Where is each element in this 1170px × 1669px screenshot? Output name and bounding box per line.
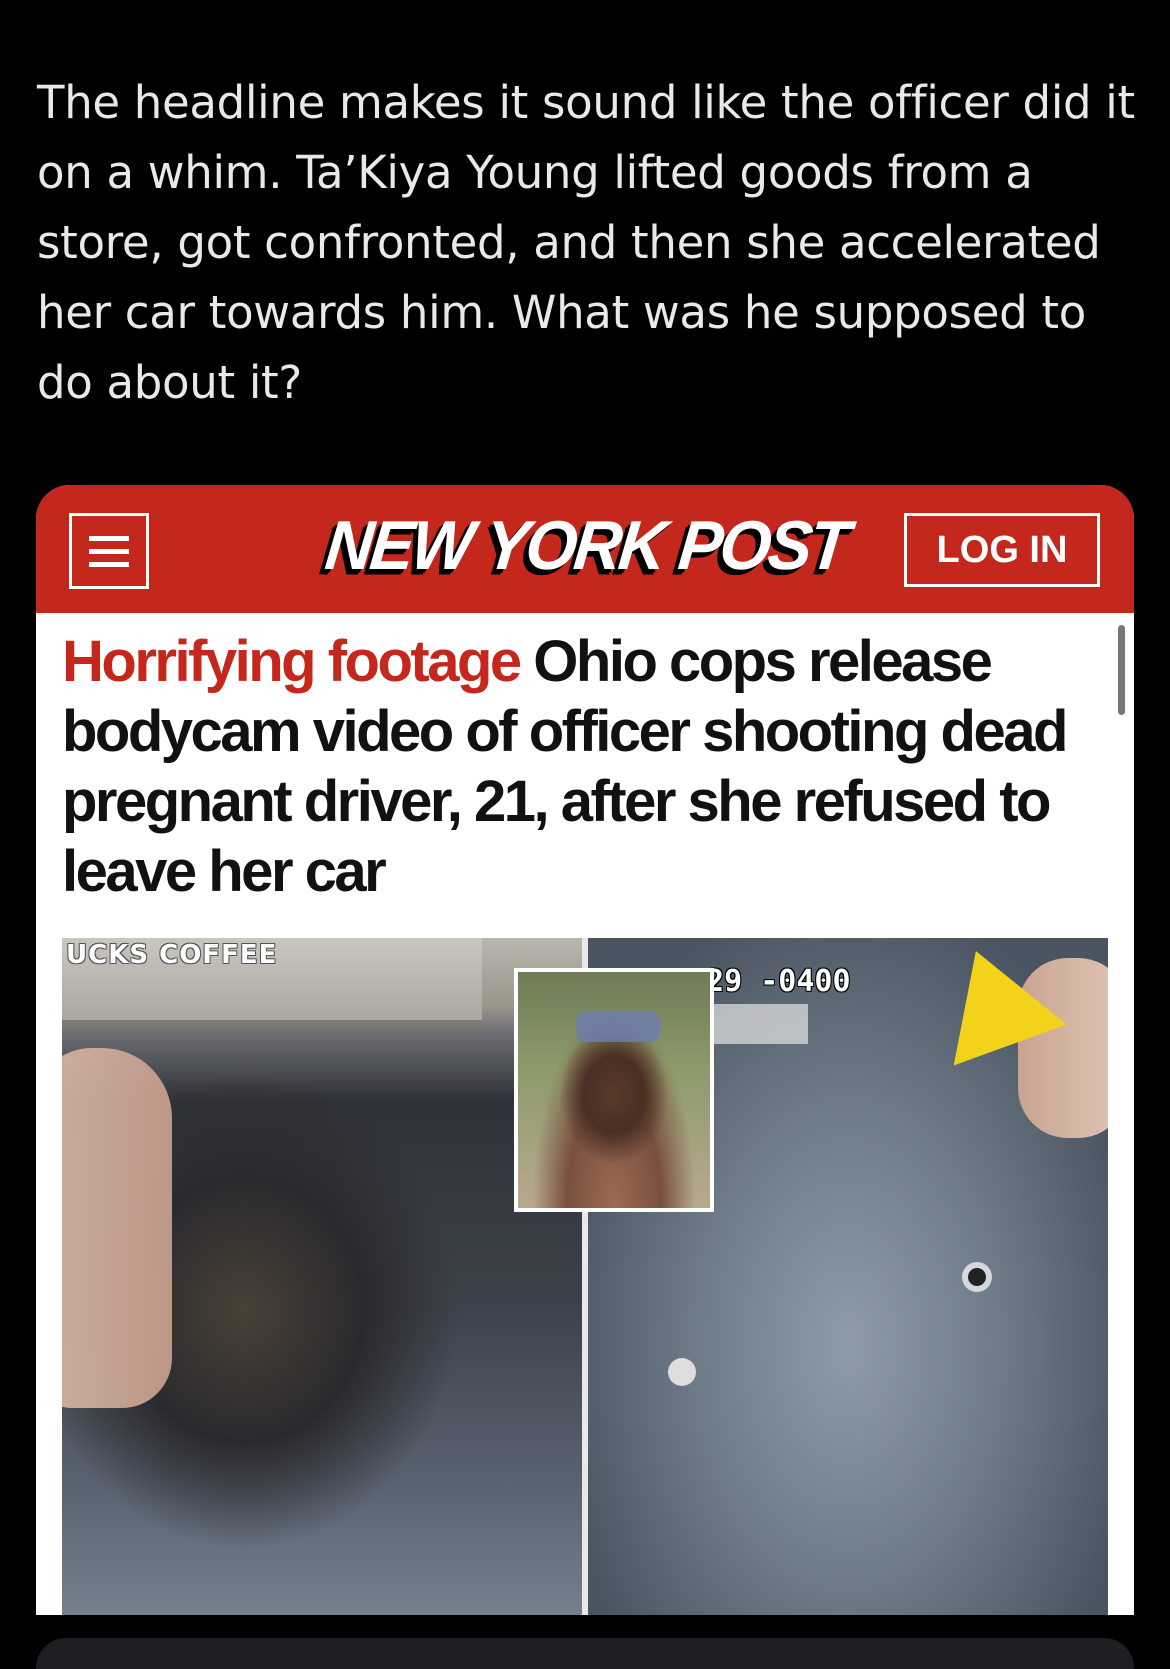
bottom-sheet-handle[interactable] (36, 1638, 1134, 1669)
site-header: NEW YORK POST LOG IN (36, 485, 1134, 613)
bodycam-frame-left: UCKS COFFEE (62, 938, 582, 1615)
storefront: UCKS COFFEE (62, 938, 482, 1028)
link-preview-card[interactable]: NEW YORK POST LOG IN Horrifying footage … (36, 485, 1134, 1615)
officer-hand (62, 1048, 172, 1408)
login-button[interactable]: LOG IN (904, 513, 1100, 587)
store-sign: UCKS COFFEE (66, 940, 278, 970)
article-image[interactable]: UCKS COFFEE :29 -0400 (62, 938, 1108, 1615)
tweet-text: The headline makes it sound like the off… (37, 76, 1135, 409)
article-headline[interactable]: Horrifying footage Ohio cops release bod… (62, 627, 1082, 907)
bullet-hole-icon (668, 1358, 696, 1386)
sunglasses-icon (576, 1012, 660, 1042)
victim-portrait (514, 968, 714, 1212)
bullet-hole-icon (968, 1268, 986, 1286)
site-logo[interactable]: NEW YORK POST (322, 505, 851, 585)
scrollbar[interactable] (1118, 625, 1125, 715)
headline-kicker: Horrifying footage (62, 629, 522, 694)
hamburger-menu-icon[interactable] (69, 513, 149, 589)
